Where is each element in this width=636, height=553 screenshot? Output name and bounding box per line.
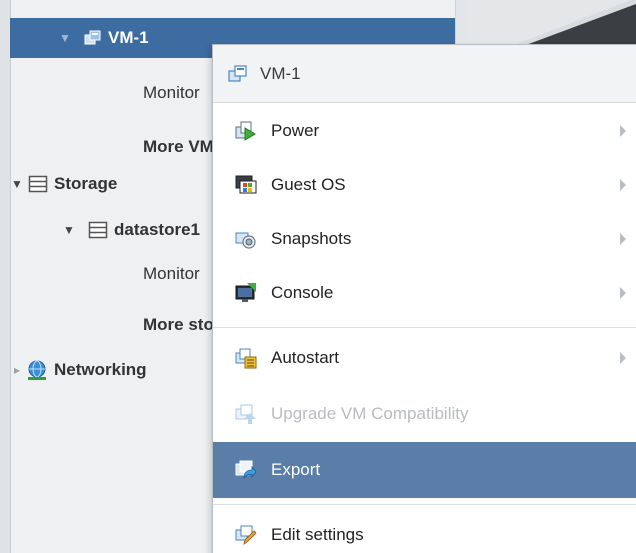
menu-item-export[interactable]: Export	[213, 442, 636, 498]
menu-item-label: Guest OS	[271, 175, 346, 194]
menu-item-upgrade-vm-compatibility: Upgrade VM Compatibility	[213, 386, 636, 442]
menu-item-label: Console	[271, 283, 334, 302]
header-decoration	[514, 0, 636, 45]
collapse-chevron-icon[interactable]: ▼	[62, 223, 76, 237]
tree-node-label: datastore1	[114, 220, 200, 239]
content-header-background	[466, 0, 636, 45]
networking-icon	[26, 359, 48, 381]
menu-item-snapshots[interactable]: Snapshots	[213, 211, 636, 267]
menu-item-edit-settings[interactable]: Edit settings	[213, 507, 636, 553]
autostart-icon	[235, 347, 257, 369]
snapshots-icon	[235, 228, 257, 250]
menu-item-autostart[interactable]: Autostart	[213, 330, 636, 386]
menu-item-label: Autostart	[271, 348, 340, 367]
menu-separator	[213, 504, 636, 505]
submenu-arrow-icon	[620, 287, 626, 299]
tree-node-label: Monitor	[143, 264, 200, 283]
context-menu-header: VM-1	[213, 45, 636, 103]
expand-chevron-icon[interactable]: ▸	[10, 363, 24, 377]
context-menu-title: VM-1	[260, 63, 301, 83]
datastore-icon	[88, 220, 108, 240]
vm-icon	[84, 29, 102, 47]
submenu-arrow-icon	[620, 233, 626, 245]
guest-os-icon	[235, 174, 257, 196]
menu-item-label: Snapshots	[271, 229, 352, 248]
console-icon	[235, 282, 257, 304]
export-icon	[235, 459, 257, 481]
tree-node-label: VM-1	[108, 28, 149, 47]
collapse-chevron-icon[interactable]: ▼	[58, 31, 72, 45]
vm-context-menu: VM-1 Power Guest OS Snapshots Console Au…	[212, 44, 636, 553]
vm-icon	[228, 64, 248, 84]
submenu-arrow-icon	[620, 179, 626, 191]
submenu-arrow-icon	[620, 352, 626, 364]
submenu-arrow-icon	[620, 125, 626, 137]
tree-node-label: Storage	[54, 174, 118, 193]
menu-item-label: Upgrade VM Compatibility	[271, 404, 469, 423]
edit-settings-icon	[235, 524, 257, 546]
menu-item-label: Edit settings	[271, 525, 364, 544]
menu-item-power[interactable]: Power	[213, 103, 636, 159]
vsphere-host-client-window: ▼ VM-1 Monitor More VMs... ▼ Storage ▼ d…	[0, 0, 636, 553]
tree-node-label: Networking	[54, 360, 147, 379]
menu-item-console[interactable]: Console	[213, 265, 636, 321]
menu-item-guest-os[interactable]: Guest OS	[213, 157, 636, 213]
collapse-chevron-icon[interactable]: ▼	[10, 177, 24, 191]
menu-separator	[213, 327, 636, 328]
storage-icon	[28, 174, 48, 194]
upgrade-icon	[235, 403, 257, 425]
power-icon	[235, 120, 257, 142]
tree-node-label: Monitor	[143, 83, 200, 102]
menu-item-label: Power	[271, 121, 320, 140]
menu-item-label: Export	[271, 460, 321, 479]
